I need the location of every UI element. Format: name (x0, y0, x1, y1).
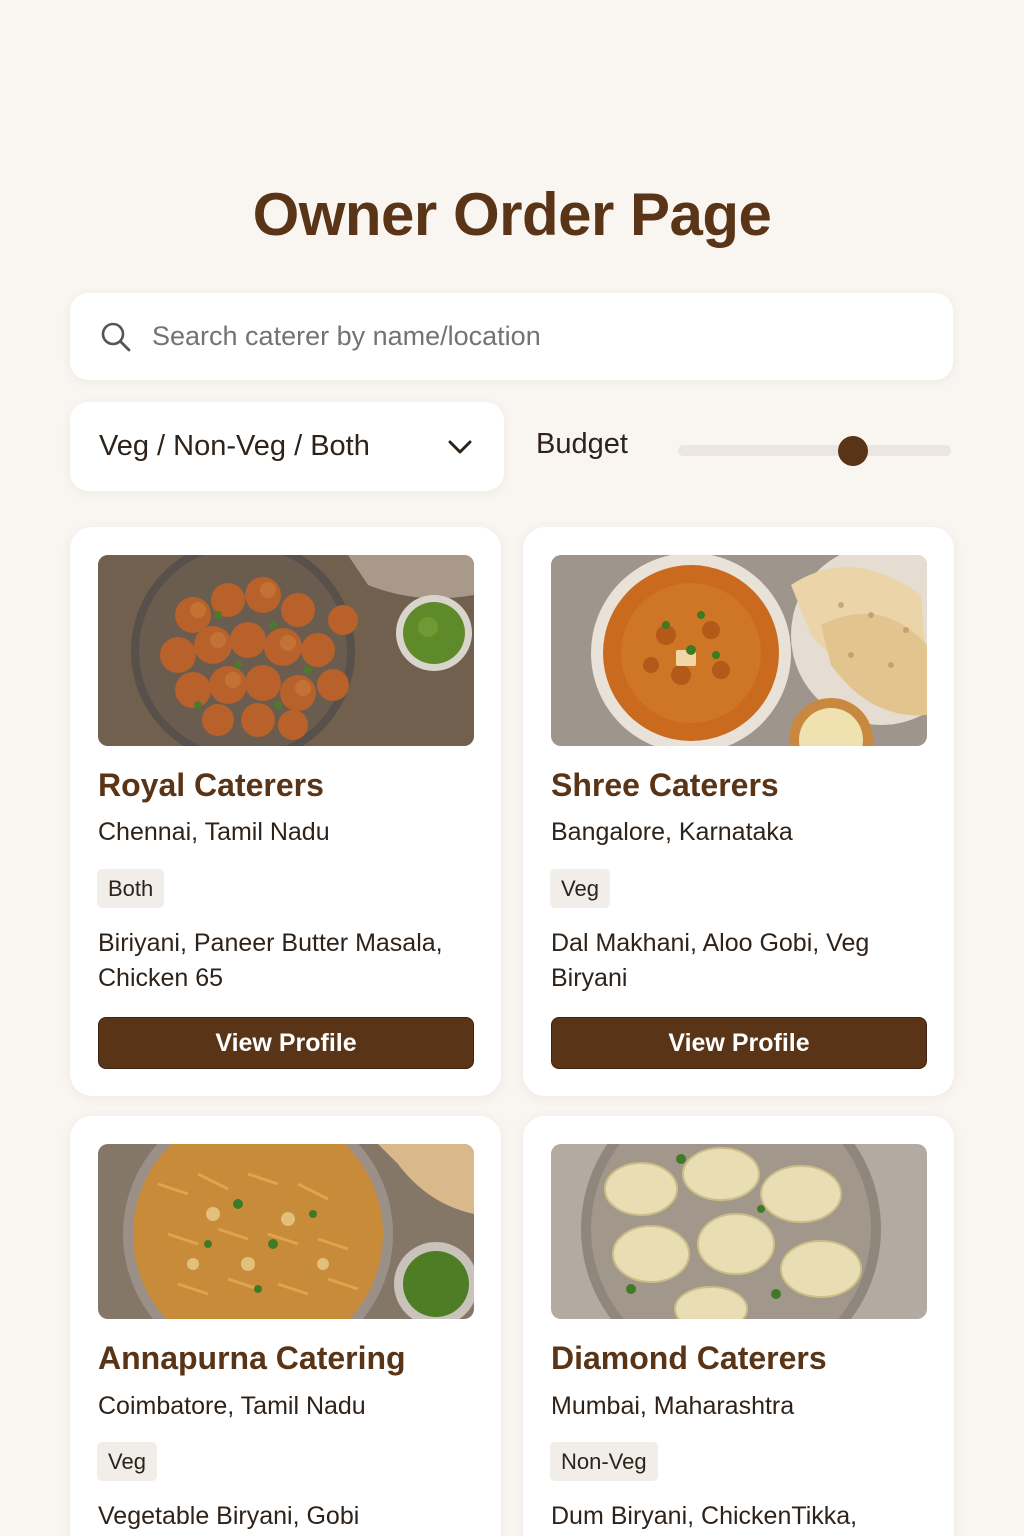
budget-label: Budget (536, 428, 628, 460)
search-icon (101, 322, 131, 351)
caterer-dish-image (98, 1144, 474, 1319)
caterer-card: Annapurna Catering Coimbatore, Tamil Nad… (70, 1116, 501, 1536)
chevron-down-icon (448, 440, 472, 453)
page-title: Owner Order Page (252, 181, 772, 248)
diet-type-badge: Veg (550, 869, 610, 908)
diet-type-badge: Non-Veg (550, 1442, 658, 1481)
owner-order-page: Owner Order Page Veg / Non-Veg / Both Bu… (0, 0, 1024, 1536)
diet-type-badge: Both (97, 869, 165, 908)
caterer-location: Bangalore, Karnataka (551, 818, 793, 846)
caterer-name: Diamond Caterers (551, 1340, 827, 1376)
diet-type-select[interactable]: Veg / Non-Veg / Both (70, 402, 504, 491)
caterer-dishes: Vegetable Biryani, Gobi (98, 1502, 360, 1530)
caterer-card: Shree Caterers Bangalore, Karnataka Veg … (523, 527, 954, 1096)
caterer-card: Royal Caterers Chennai, Tamil Nadu Both … (70, 527, 501, 1096)
caterer-location: Coimbatore, Tamil Nadu (98, 1392, 366, 1420)
caterer-name: Shree Caterers (551, 767, 779, 803)
caterer-location: Mumbai, Maharashtra (551, 1392, 795, 1420)
budget-slider[interactable] (678, 435, 951, 466)
caterer-location: Chennai, Tamil Nadu (98, 818, 330, 846)
budget-slider-thumb[interactable] (837, 435, 868, 466)
caterer-name: Royal Caterers (98, 767, 324, 803)
view-profile-button[interactable]: View Profile (551, 1017, 927, 1069)
search-input[interactable] (150, 320, 914, 353)
caterer-dish-image (98, 555, 474, 746)
caterer-dish-image (551, 555, 927, 746)
search-bar[interactable] (70, 293, 953, 380)
caterer-card: Diamond Caterers Mumbai, Maharashtra Non… (523, 1116, 954, 1536)
caterer-dishes: Dal Makhani, Aloo Gobi, Veg Biryani (551, 929, 870, 992)
caterer-dishes: Biriyani, Paneer Butter Masala, Chicken … (98, 929, 443, 992)
view-profile-button[interactable]: View Profile (98, 1017, 474, 1069)
diet-type-selected-value: Veg / Non-Veg / Both (99, 430, 370, 462)
diet-type-badge: Veg (97, 1442, 157, 1481)
caterer-name: Annapurna Catering (98, 1340, 406, 1376)
caterer-dish-image (551, 1144, 927, 1319)
caterer-dishes: Dum Biryani, ChickenTikka, (551, 1502, 858, 1530)
